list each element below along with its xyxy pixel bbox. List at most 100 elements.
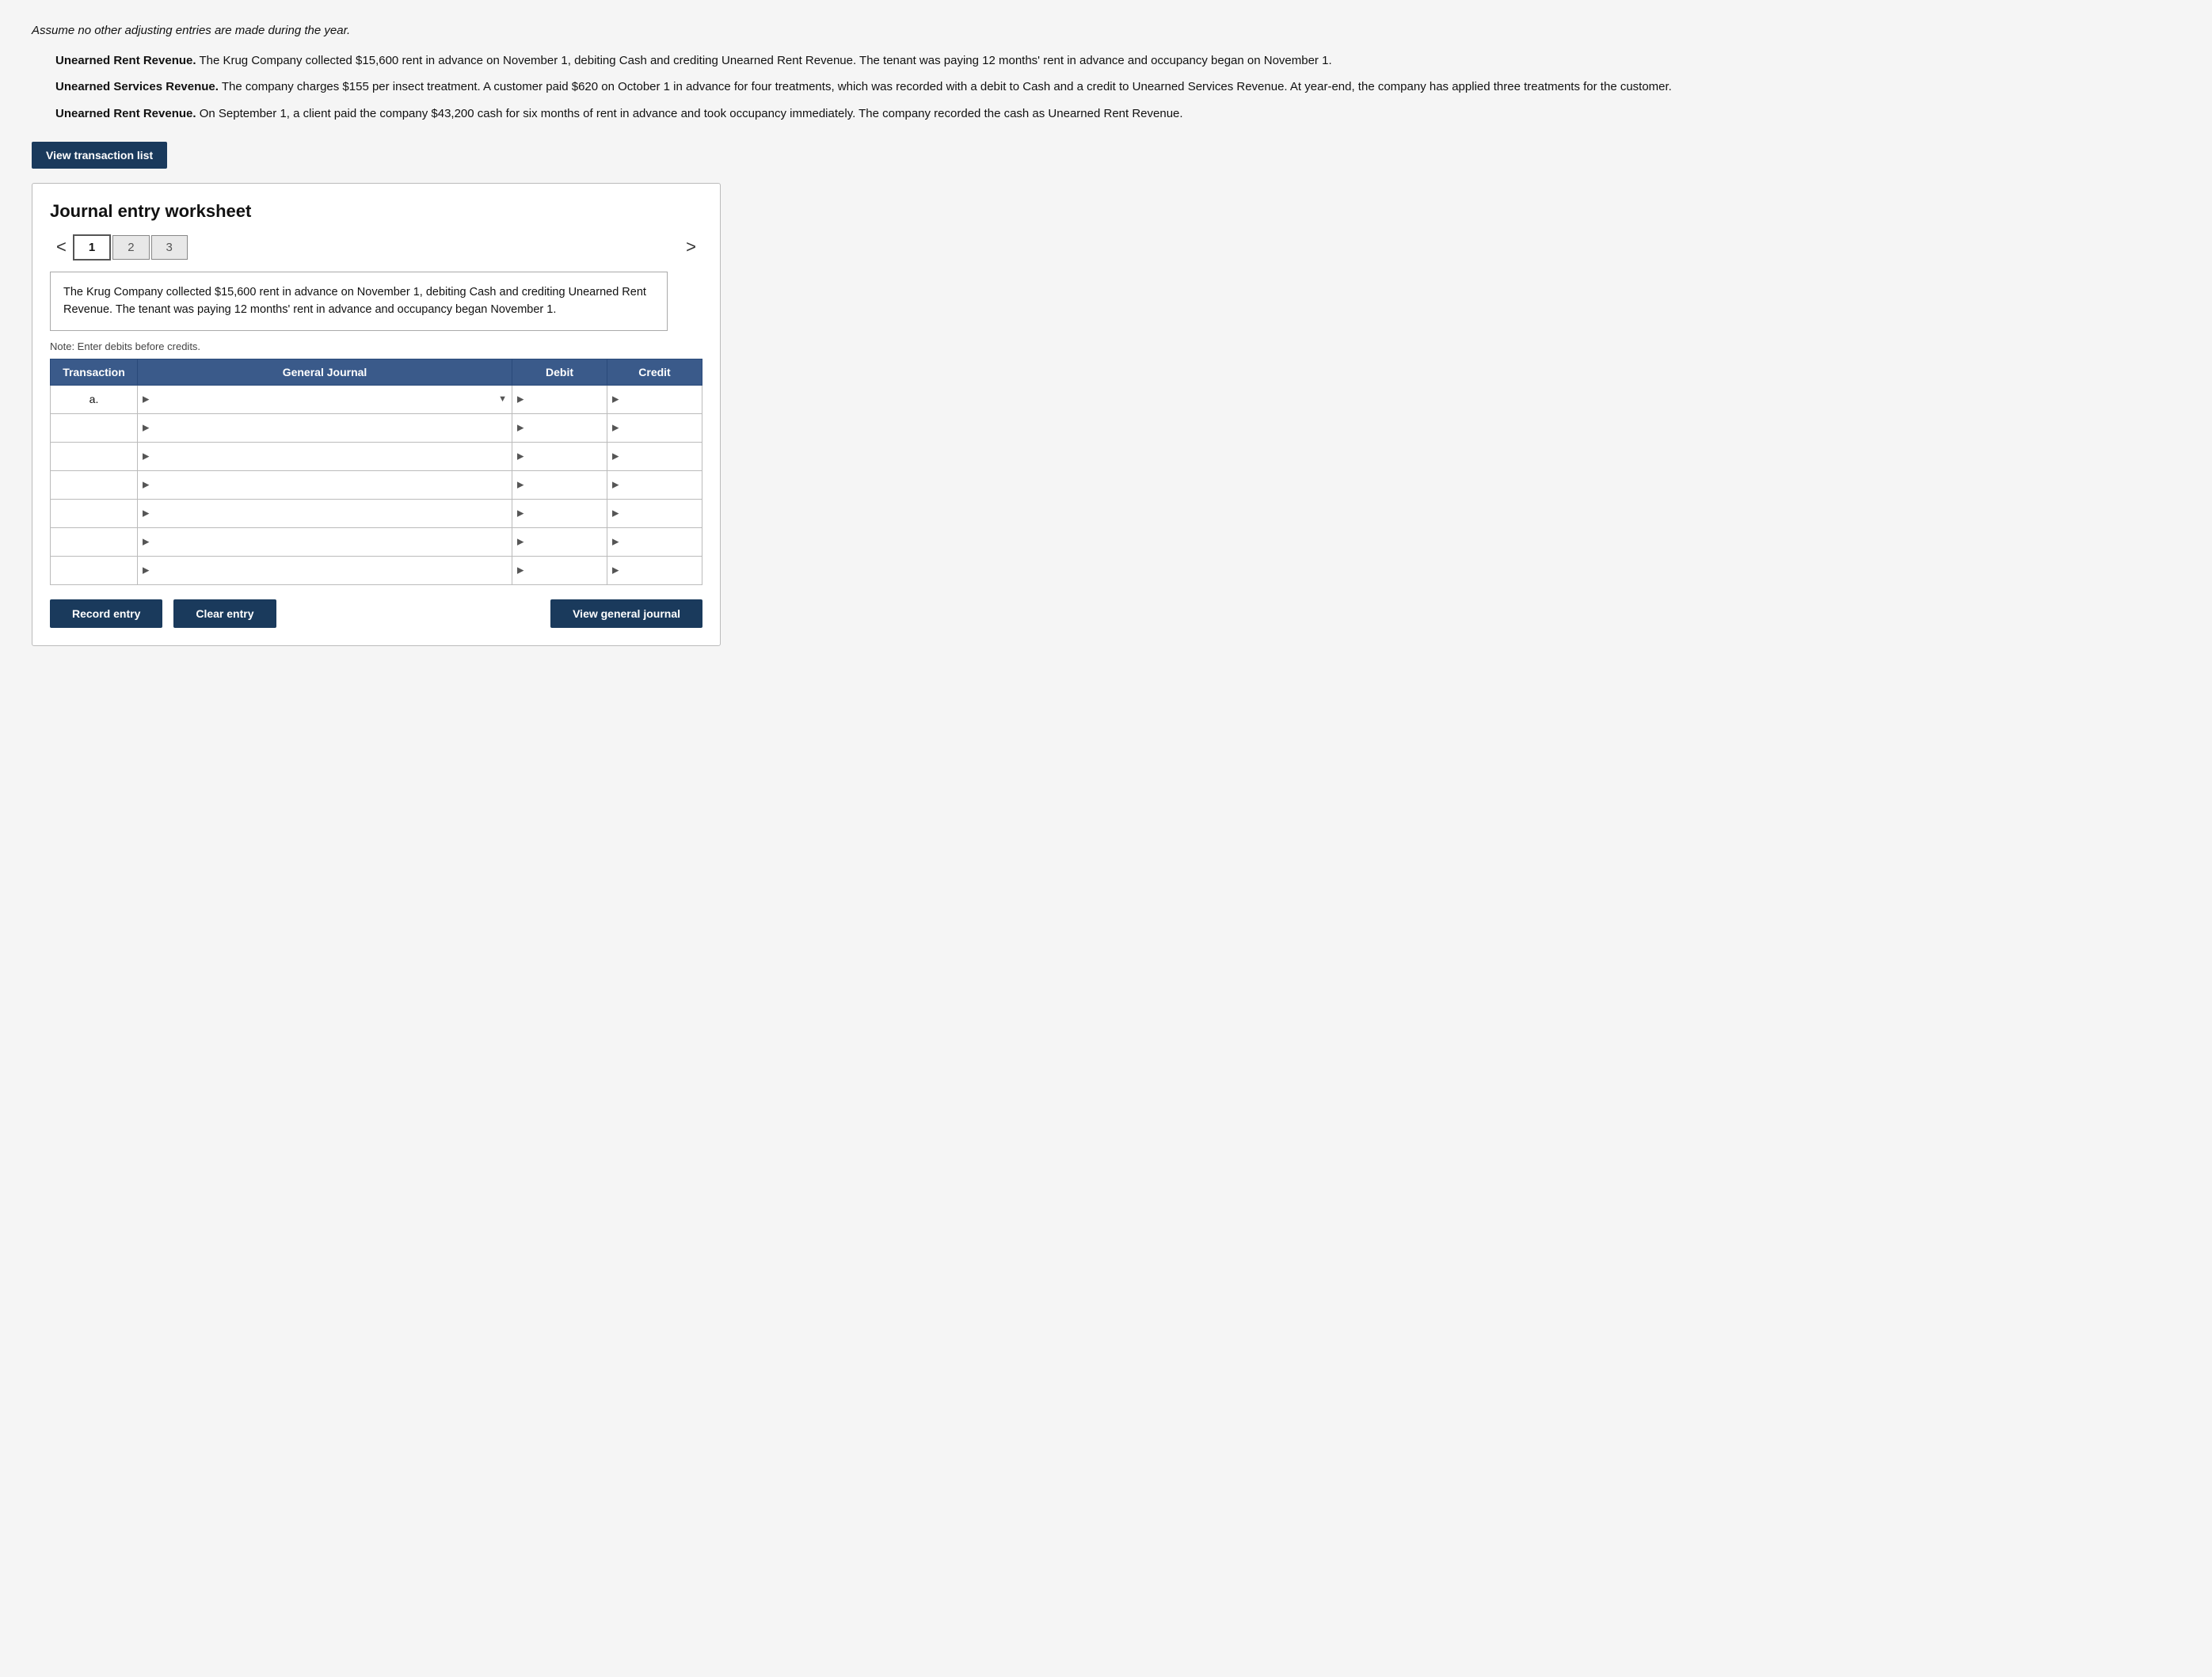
journal-entry-input[interactable] <box>138 528 512 556</box>
table-row: ▶ ▶ ▶ <box>51 556 702 584</box>
scenario-description: The Krug Company collected $15,600 rent … <box>50 272 668 331</box>
credit-input[interactable] <box>607 471 702 499</box>
debit-cell[interactable]: ▶ <box>512 499 607 527</box>
tab-3[interactable]: 3 <box>151 235 188 260</box>
left-arrow-icon: ▶ <box>612 565 619 576</box>
left-arrow-icon: ▶ <box>517 394 523 405</box>
table-row: ▶ ▶ ▶ <box>51 413 702 442</box>
assumption-text: Assume no other adjusting entries are ma… <box>32 24 2180 37</box>
journal-entry-cell[interactable]: ▶ ▼ <box>138 385 512 413</box>
credit-cell[interactable]: ▶ <box>607 556 702 584</box>
left-arrow-icon: ▶ <box>612 480 619 490</box>
left-arrow-icon: ▶ <box>517 565 523 576</box>
left-arrow-icon: ▶ <box>517 451 523 462</box>
left-arrow-icon: ▶ <box>517 537 523 547</box>
debit-input[interactable] <box>512 443 607 470</box>
journal-entry-cell[interactable]: ▶ <box>138 556 512 584</box>
debit-input[interactable] <box>512 414 607 442</box>
journal-entry-input[interactable] <box>138 414 512 442</box>
credit-cell[interactable]: ▶ <box>607 499 702 527</box>
credit-cell[interactable]: ▶ <box>607 385 702 413</box>
tab-nav-right[interactable]: > <box>680 235 702 259</box>
journal-entry-input[interactable] <box>138 443 512 470</box>
left-arrow-icon: ▶ <box>143 451 149 462</box>
left-arrow-icon: ▶ <box>143 565 149 576</box>
action-buttons-row: Record entry Clear entry View general jo… <box>50 599 702 628</box>
view-transaction-button[interactable]: View transaction list <box>32 142 167 169</box>
debit-cell[interactable]: ▶ <box>512 527 607 556</box>
journal-entry-worksheet: Journal entry worksheet < 1 2 3 > The Kr… <box>32 183 721 646</box>
table-row: ▶ ▶ ▶ <box>51 442 702 470</box>
col-header-debit: Debit <box>512 359 607 385</box>
credit-cell[interactable]: ▶ <box>607 442 702 470</box>
debit-input[interactable] <box>512 557 607 584</box>
table-row: a. ▶ ▼ ▶ ▶ <box>51 385 702 413</box>
journal-entry-cell[interactable]: ▶ <box>138 527 512 556</box>
tab-1[interactable]: 1 <box>73 234 111 260</box>
left-arrow-icon: ▶ <box>517 480 523 490</box>
table-row: ▶ ▶ ▶ <box>51 470 702 499</box>
transaction-cell-empty <box>51 556 138 584</box>
credit-cell[interactable]: ▶ <box>607 413 702 442</box>
left-arrow-icon: ▶ <box>143 508 149 519</box>
journal-entry-cell[interactable]: ▶ <box>138 470 512 499</box>
col-header-credit: Credit <box>607 359 702 385</box>
left-arrow-icon: ▶ <box>612 537 619 547</box>
journal-entry-cell[interactable]: ▶ <box>138 442 512 470</box>
credit-cell[interactable]: ▶ <box>607 470 702 499</box>
credit-input[interactable] <box>607 386 702 413</box>
problem-a-title: Unearned Rent Revenue. <box>55 54 196 67</box>
problem-b-title: Unearned Services Revenue. <box>55 80 219 93</box>
debit-input[interactable] <box>512 471 607 499</box>
problem-a-desc: The Krug Company collected $15,600 rent … <box>199 54 1331 67</box>
col-header-transaction: Transaction <box>51 359 138 385</box>
col-header-journal: General Journal <box>138 359 512 385</box>
credit-input[interactable] <box>607 528 702 556</box>
credit-input[interactable] <box>607 414 702 442</box>
left-arrow-icon: ▶ <box>143 423 149 433</box>
debit-cell[interactable]: ▶ <box>512 556 607 584</box>
table-row: ▶ ▶ ▶ <box>51 527 702 556</box>
problem-b-desc: The company charges $155 per insect trea… <box>222 80 1672 93</box>
debit-input[interactable] <box>512 528 607 556</box>
debit-cell[interactable]: ▶ <box>512 470 607 499</box>
problem-b: Unearned Services Revenue. The company c… <box>55 78 2180 96</box>
debit-cell[interactable]: ▶ <box>512 385 607 413</box>
left-arrow-icon: ▶ <box>143 537 149 547</box>
view-general-journal-button[interactable]: View general journal <box>550 599 702 628</box>
problem-c: Unearned Rent Revenue. On September 1, a… <box>55 105 2180 123</box>
clear-entry-button[interactable]: Clear entry <box>173 599 276 628</box>
debit-cell[interactable]: ▶ <box>512 442 607 470</box>
transaction-cell-empty <box>51 442 138 470</box>
journal-entry-input[interactable] <box>138 386 512 413</box>
journal-entry-cell[interactable]: ▶ <box>138 413 512 442</box>
problem-c-title: Unearned Rent Revenue. <box>55 107 196 120</box>
journal-entry-input[interactable] <box>138 500 512 527</box>
left-arrow-icon: ▶ <box>517 423 523 433</box>
tab-nav-left[interactable]: < <box>50 235 73 259</box>
credit-input[interactable] <box>607 500 702 527</box>
credit-input[interactable] <box>607 443 702 470</box>
transaction-cell-empty <box>51 413 138 442</box>
left-arrow-icon: ▶ <box>612 394 619 405</box>
debit-cell[interactable]: ▶ <box>512 413 607 442</box>
tab-2[interactable]: 2 <box>112 235 149 260</box>
journal-entry-input[interactable] <box>138 557 512 584</box>
transaction-cell-empty <box>51 470 138 499</box>
left-arrow-icon: ▶ <box>612 508 619 519</box>
left-arrow-icon: ▶ <box>612 451 619 462</box>
journal-entry-input[interactable] <box>138 471 512 499</box>
credit-input[interactable] <box>607 557 702 584</box>
journal-entry-cell[interactable]: ▶ <box>138 499 512 527</box>
note-text: Note: Enter debits before credits. <box>50 340 702 352</box>
left-arrow-icon: ▶ <box>143 480 149 490</box>
journal-table: Transaction General Journal Debit Credit… <box>50 359 702 585</box>
tabs-row: < 1 2 3 > <box>50 234 702 260</box>
left-arrow-icon: ▶ <box>517 508 523 519</box>
problem-c-desc: On September 1, a client paid the compan… <box>200 107 1183 120</box>
left-arrow-icon: ▶ <box>143 394 149 405</box>
credit-cell[interactable]: ▶ <box>607 527 702 556</box>
record-entry-button[interactable]: Record entry <box>50 599 162 628</box>
debit-input[interactable] <box>512 500 607 527</box>
debit-input[interactable] <box>512 386 607 413</box>
